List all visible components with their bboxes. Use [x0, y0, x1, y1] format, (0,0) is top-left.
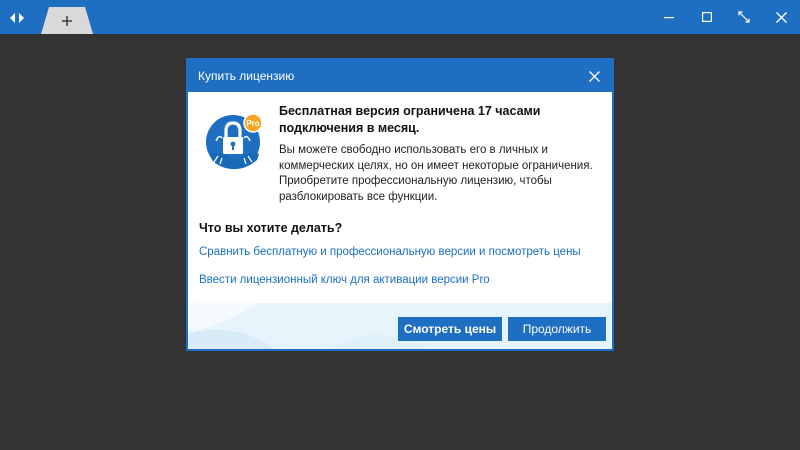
- minimize-icon: [664, 17, 674, 19]
- plus-icon: [62, 15, 72, 26]
- dialog-footer: Смотреть цены Продолжить: [188, 303, 612, 349]
- view-prices-button[interactable]: Смотреть цены: [398, 317, 502, 341]
- compare-versions-link[interactable]: Сравнить бесплатную и профессиональную в…: [199, 246, 581, 258]
- pro-badge: Pro: [246, 119, 259, 128]
- dialog-header: Купить лицензию: [188, 60, 612, 92]
- title-bar: [0, 0, 800, 34]
- navigation-button[interactable]: [6, 8, 28, 28]
- action-question: Что вы хотите делать?: [199, 221, 343, 235]
- dialog-close-button[interactable]: [584, 66, 604, 86]
- enter-license-key-link[interactable]: Ввести лицензионный ключ для активации в…: [199, 274, 490, 286]
- buy-license-dialog: Купить лицензию Pro Бесплатная версия ог…: [186, 58, 614, 351]
- pro-lock-icon: Pro: [206, 113, 263, 170]
- close-icon: [775, 11, 787, 23]
- dialog-title: Купить лицензию: [198, 69, 295, 83]
- limit-headline: Бесплатная версия ограничена 17 часами п…: [279, 104, 541, 135]
- fullscreen-icon: [738, 11, 750, 23]
- close-icon: [588, 70, 600, 82]
- maximize-button[interactable]: [690, 0, 724, 34]
- maximize-icon: [702, 12, 712, 22]
- left-right-arrows-icon: [10, 13, 24, 23]
- license-description: Вы можете свободно использовать его в ли…: [279, 144, 593, 203]
- fullscreen-button[interactable]: [727, 0, 761, 34]
- new-tab-button[interactable]: [41, 7, 93, 34]
- minimize-button[interactable]: [652, 0, 686, 34]
- close-window-button[interactable]: [764, 0, 798, 34]
- continue-button[interactable]: Продолжить: [508, 317, 606, 341]
